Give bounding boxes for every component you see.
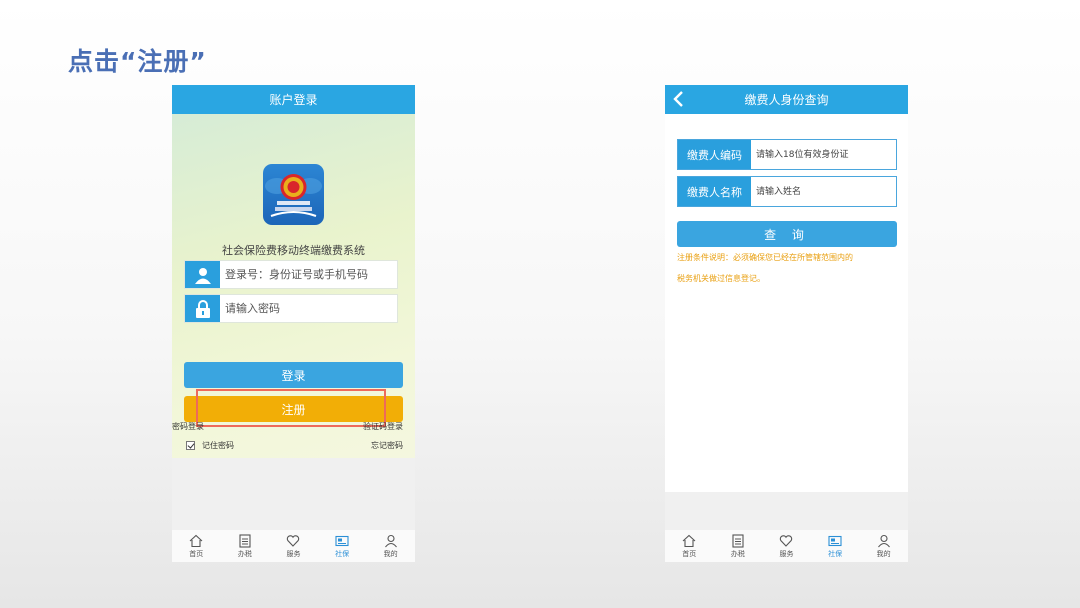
tab-service-label: 服务 bbox=[286, 549, 301, 558]
payer-query-screen: 缴费人身份查询 缴费人编码 缴费人名称 查 询 注册条件说明：必须确保您已经在所… bbox=[665, 85, 908, 562]
tab-service[interactable]: 服务 bbox=[766, 534, 806, 559]
registration-note-line-1: 注册条件说明：必须确保您已经在所管辖范围内的 bbox=[677, 253, 853, 262]
tab-mine-label: 我的 bbox=[383, 549, 398, 558]
tab-social-security-label: 社保 bbox=[828, 549, 843, 558]
sms-login-link[interactable]: 验证码登录 bbox=[363, 421, 403, 432]
tab-tax[interactable]: 办税 bbox=[718, 533, 758, 559]
user-icon bbox=[185, 261, 220, 288]
home-icon bbox=[682, 534, 696, 547]
heart-icon bbox=[780, 534, 793, 547]
heart-icon bbox=[287, 534, 300, 547]
tab-social-security[interactable]: 社保 bbox=[815, 534, 855, 559]
payer-name-label: 缴费人名称 bbox=[678, 177, 751, 206]
forgot-password-link[interactable]: 忘记密码 bbox=[371, 440, 403, 451]
tab-home[interactable]: 首页 bbox=[669, 534, 709, 559]
tab-home-label: 首页 bbox=[189, 549, 204, 558]
payer-id-label: 缴费人编码 bbox=[678, 140, 751, 169]
bottom-tab-bar: 首页 办税 服务 社保 我的 bbox=[172, 530, 415, 562]
username-field[interactable] bbox=[184, 260, 398, 289]
registration-note: 注册条件说明：必须确保您已经在所管辖范围内的 税务机关做过信息登记。 bbox=[677, 247, 905, 289]
payer-id-field[interactable]: 缴费人编码 bbox=[677, 139, 898, 170]
social-security-card-icon bbox=[828, 535, 842, 546]
tab-social-security[interactable]: 社保 bbox=[322, 534, 362, 559]
query-form-panel: 缴费人编码 缴费人名称 查 询 注册条件说明：必须确保您已经在所管辖范围内的 税… bbox=[665, 114, 908, 492]
tab-home[interactable]: 首页 bbox=[176, 534, 216, 559]
remember-password-option[interactable]: 记住密码 bbox=[186, 440, 234, 451]
tab-social-security-label: 社保 bbox=[335, 549, 350, 558]
tab-mine[interactable]: 我的 bbox=[371, 534, 411, 559]
payer-id-input[interactable] bbox=[754, 140, 898, 169]
login-button[interactable]: 登录 bbox=[184, 362, 403, 388]
tab-tax[interactable]: 办税 bbox=[225, 533, 265, 559]
query-header-title: 缴费人身份查询 bbox=[744, 93, 829, 107]
document-icon bbox=[239, 533, 251, 548]
tab-service-label: 服务 bbox=[779, 549, 794, 558]
slide-title: 点击“注册” bbox=[68, 47, 207, 76]
password-login-link[interactable]: 密码登录 bbox=[172, 421, 204, 432]
tab-mine-label: 我的 bbox=[876, 549, 891, 558]
social-security-card-icon bbox=[335, 535, 349, 546]
app-name: 社会保险费移动终端缴费系统 bbox=[222, 244, 365, 257]
user-icon bbox=[877, 534, 890, 547]
login-header: 账户登录 bbox=[172, 85, 415, 114]
user-icon bbox=[384, 534, 397, 547]
remember-password-checkbox[interactable] bbox=[186, 441, 195, 450]
tab-tax-label: 办税 bbox=[730, 549, 745, 558]
lock-icon bbox=[185, 295, 220, 322]
back-arrow-icon[interactable] bbox=[671, 88, 687, 110]
register-highlight-box bbox=[196, 389, 386, 427]
query-header: 缴费人身份查询 bbox=[665, 85, 908, 114]
login-screen: 账户登录 社会保险费移动终端缴费系统 登录号：身份证号或手机号码 登录 注册 密… bbox=[172, 85, 415, 562]
tax-emblem-logo bbox=[263, 164, 324, 225]
password-input[interactable] bbox=[223, 295, 397, 322]
tab-tax-label: 办税 bbox=[237, 549, 252, 558]
home-icon bbox=[189, 534, 203, 547]
login-header-title: 账户登录 bbox=[269, 93, 318, 107]
query-button[interactable]: 查 询 bbox=[677, 221, 897, 247]
password-field[interactable] bbox=[184, 294, 398, 323]
tab-mine[interactable]: 我的 bbox=[864, 534, 904, 559]
tab-home-label: 首页 bbox=[682, 549, 697, 558]
remember-password-label: 记住密码 bbox=[202, 441, 234, 450]
document-icon bbox=[732, 533, 744, 548]
registration-note-line-2: 税务机关做过信息登记。 bbox=[677, 274, 765, 283]
tab-service[interactable]: 服务 bbox=[273, 534, 313, 559]
login-panel: 社会保险费移动终端缴费系统 登录 注册 密码登录 验证码登录 记住密码 忘记密码 bbox=[172, 114, 415, 458]
payer-name-input[interactable] bbox=[754, 177, 898, 206]
payer-name-field[interactable]: 缴费人名称 bbox=[677, 176, 898, 207]
username-input[interactable] bbox=[223, 261, 397, 288]
bottom-tab-bar: 首页 办税 服务 社保 我的 bbox=[665, 530, 908, 562]
